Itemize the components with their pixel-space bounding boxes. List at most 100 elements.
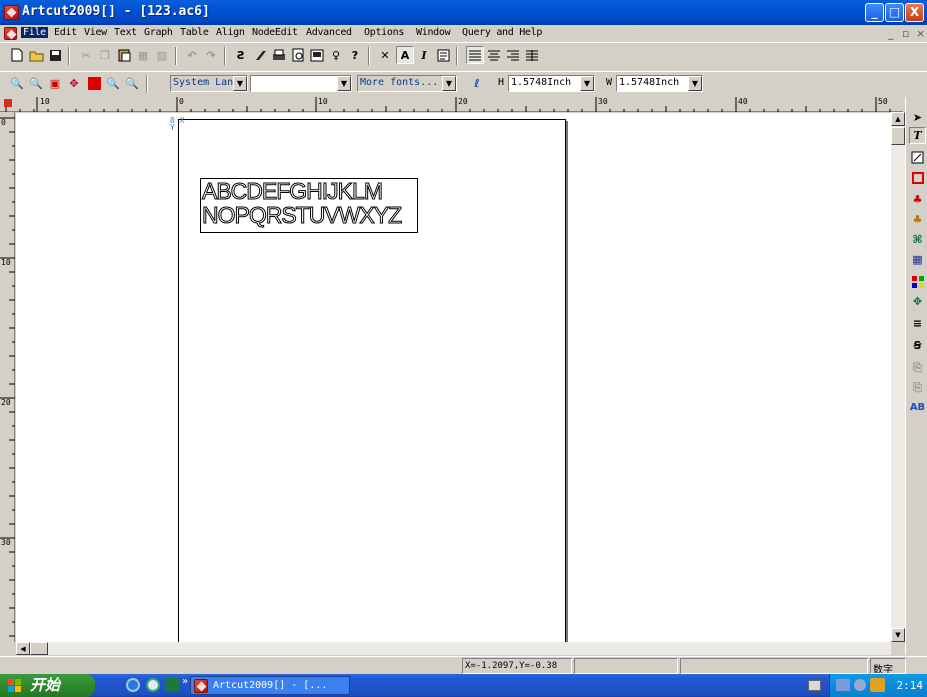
zoom-out-icon[interactable]: 🔍	[27, 74, 45, 92]
edit-text-icon[interactable]	[434, 46, 452, 64]
pan-icon[interactable]: ✥	[65, 74, 83, 92]
zoom-in-icon[interactable]: 🔍	[8, 74, 26, 92]
title-bar[interactable]: Artcut2009[] - [123.ac6] _ □ X	[0, 0, 927, 25]
close-button[interactable]: X	[905, 3, 924, 22]
maximize-button[interactable]: □	[885, 3, 904, 22]
width-combo[interactable]: 1.5748Inch ▼	[616, 75, 703, 92]
menu-graph[interactable]: Graph	[144, 27, 173, 38]
mdi-restore-button[interactable]: ▫	[902, 27, 909, 40]
paragraph-icon[interactable]: ≡	[909, 315, 926, 332]
task-label: Artcut2009[] - [...	[213, 680, 328, 691]
justify-icon[interactable]	[523, 46, 541, 64]
cut-icon[interactable]: ✂	[77, 46, 95, 64]
chevron-down-icon[interactable]: ▼	[688, 76, 702, 91]
antivirus-icon[interactable]	[870, 678, 885, 692]
scroll-down-button[interactable]: ▼	[891, 628, 905, 642]
fill-color-icon[interactable]	[85, 74, 103, 92]
italic-icon[interactable]: I	[415, 46, 433, 64]
network-icon[interactable]	[836, 679, 850, 691]
menu-app-icon[interactable]	[4, 27, 17, 40]
rotate-icon[interactable]	[251, 46, 269, 64]
zoom-all-icon[interactable]: 🔍	[123, 74, 141, 92]
scroll-thumb[interactable]	[891, 127, 905, 145]
scan-icon[interactable]: ▨	[153, 46, 171, 64]
align-right-icon[interactable]	[504, 46, 522, 64]
undo-icon[interactable]: ↶	[183, 46, 201, 64]
bold-icon[interactable]: A	[396, 46, 414, 64]
menu-table[interactable]: Table	[180, 27, 209, 38]
keyboard-icon[interactable]	[808, 680, 821, 691]
chevron-down-icon[interactable]: ▼	[233, 76, 247, 91]
menu-align[interactable]: Align	[216, 27, 245, 38]
redo-icon[interactable]: ↷	[202, 46, 220, 64]
layer-up-icon[interactable]: ⎘	[909, 359, 926, 376]
color-tool-icon[interactable]	[909, 273, 926, 290]
menu-advanced[interactable]: Advanced	[306, 27, 352, 38]
open-icon[interactable]	[27, 46, 45, 64]
alphabet-text-object[interactable]: ABCDEFGHIJKLM NOPQRSTUVWXYZ	[200, 178, 418, 233]
copy-icon[interactable]: ❐	[96, 46, 114, 64]
paste-icon[interactable]	[115, 46, 133, 64]
text-effect-icon[interactable]: AB	[909, 399, 926, 416]
rectangle-tool-icon[interactable]	[909, 169, 926, 186]
transform-tool-icon[interactable]: ⌘	[909, 231, 926, 248]
scroll-left-button[interactable]: ◀	[16, 642, 30, 655]
scroll-up-button[interactable]: ▲	[891, 112, 905, 126]
chevron-down-icon[interactable]: ▼	[442, 76, 456, 91]
vertical-text-icon[interactable]: Ꞩ	[909, 337, 926, 354]
menu-edit[interactable]: Edit	[54, 27, 77, 38]
menu-options[interactable]: Options	[364, 27, 404, 38]
app-quicklaunch-icon[interactable]	[165, 678, 179, 692]
menu-query-help[interactable]: Query and Help	[462, 27, 542, 38]
cut-plot-icon[interactable]	[308, 46, 326, 64]
bulb-icon[interactable]: ♀	[327, 46, 345, 64]
new-icon[interactable]	[8, 46, 26, 64]
drawing-canvas[interactable]: 0 X Y ABCDEFGHIJKLM NOPQRSTUVWXYZ	[16, 113, 891, 647]
font-name-combo[interactable]: System Lan ▼	[170, 75, 248, 92]
align-left-icon[interactable]	[466, 46, 484, 64]
text-tool-icon[interactable]: T	[909, 127, 926, 144]
minimize-button[interactable]: _	[865, 3, 884, 22]
pen-tool-icon[interactable]: ✥	[909, 293, 926, 310]
preview-icon[interactable]	[289, 46, 307, 64]
ruler-icon[interactable]: ✕	[376, 46, 394, 64]
browser-icon[interactable]	[146, 678, 160, 692]
quicklaunch-chevron[interactable]: »	[182, 676, 188, 687]
menu-file[interactable]: File	[21, 27, 48, 38]
taskbar-artcut-button[interactable]: Artcut2009[] - [...	[190, 676, 350, 695]
layer-down-icon[interactable]: ⎘	[909, 379, 926, 396]
menu-text[interactable]: Text	[114, 27, 137, 38]
menu-view[interactable]: View	[84, 27, 107, 38]
fill-tool-icon[interactable]: ♣	[909, 191, 926, 208]
more-fonts-combo[interactable]: More fonts... ▼	[357, 75, 457, 92]
print-preview-icon[interactable]: ▦	[134, 46, 152, 64]
height-combo[interactable]: 1.5748Inch ▼	[508, 75, 595, 92]
printer-icon[interactable]	[270, 46, 288, 64]
start-button[interactable]: 开始	[0, 674, 95, 697]
app-icon[interactable]	[4, 5, 19, 20]
zoom-select-icon[interactable]: ▣	[46, 74, 64, 92]
hscroll-thumb[interactable]	[30, 642, 48, 655]
toolbar-separator	[68, 47, 70, 65]
save-icon[interactable]	[46, 46, 64, 64]
align-center-icon[interactable]	[485, 46, 503, 64]
volume-icon[interactable]	[854, 679, 866, 691]
font-size-combo[interactable]: ▼	[250, 75, 352, 92]
font-style-icon[interactable]: ℓ	[468, 74, 486, 92]
zoom-page-icon[interactable]: 🔍	[104, 74, 122, 92]
menu-nodeedit[interactable]: NodeEdit	[252, 27, 298, 38]
ie-icon[interactable]	[126, 678, 140, 692]
mdi-close-button[interactable]: ×	[916, 27, 925, 40]
shape-tool-icon[interactable]: ♣	[909, 211, 926, 228]
vertical-scrollbar[interactable]: ▲ ▼	[891, 112, 905, 642]
chevron-down-icon[interactable]: ▼	[337, 76, 351, 91]
horizontal-scrollbar[interactable]: ◀	[16, 642, 891, 655]
node-edit-icon[interactable]	[909, 149, 926, 166]
menu-window[interactable]: Window	[416, 27, 451, 38]
mirror-icon[interactable]: Ƨ	[232, 46, 250, 64]
mdi-minimize-button[interactable]: _	[888, 27, 894, 40]
chevron-down-icon[interactable]: ▼	[580, 76, 594, 91]
table-tool-icon[interactable]: ▦	[909, 251, 926, 268]
select-arrow-icon[interactable]: ➤	[909, 109, 926, 126]
help-icon[interactable]: ?	[346, 46, 364, 64]
